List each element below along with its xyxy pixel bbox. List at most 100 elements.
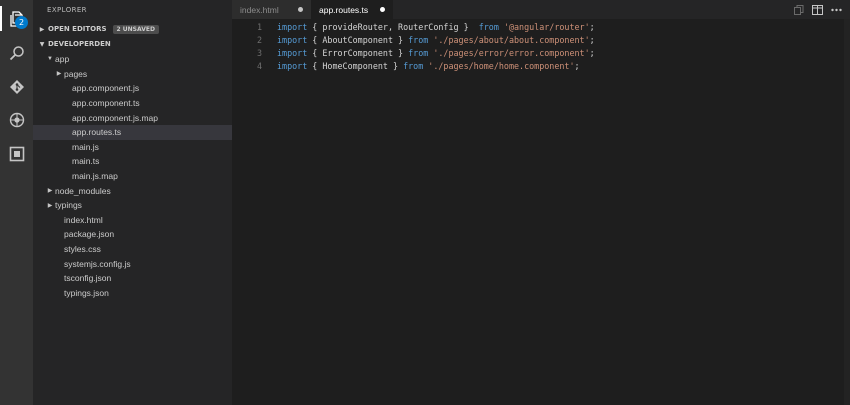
tree-item-app[interactable]: ▼ app bbox=[33, 52, 232, 67]
tree-item-label: package.json bbox=[64, 229, 115, 240]
code-text: import { HomeComponent } from './pages/h… bbox=[277, 61, 580, 71]
tree-item-label: index.html bbox=[64, 214, 103, 225]
tree-item-main-js[interactable]: main.js bbox=[33, 140, 232, 155]
tree-item-pages[interactable]: ▶ pages bbox=[33, 67, 232, 82]
chevron-right-icon[interactable]: ▶ bbox=[45, 202, 55, 209]
open-changes-icon[interactable] bbox=[793, 4, 804, 15]
code-token: from bbox=[478, 21, 499, 32]
tree-item-label: typings.json bbox=[64, 287, 109, 298]
unsaved-dot-icon[interactable] bbox=[298, 7, 303, 12]
scrollbar[interactable] bbox=[844, 19, 850, 405]
unsaved-badge: 2 UNSAVED bbox=[112, 24, 159, 34]
code-token: ; bbox=[589, 47, 595, 58]
open-editors-label: OPEN EDITORS bbox=[48, 25, 107, 33]
line-number: 1 bbox=[256, 21, 262, 32]
code-token: '@angular/router' bbox=[503, 21, 590, 32]
editor-actions bbox=[785, 4, 842, 15]
tree-item-app-component-js[interactable]: app.component.js bbox=[33, 81, 232, 96]
code-token: { HomeComponent } bbox=[307, 60, 404, 71]
chevron-right-icon: ▶ bbox=[39, 25, 45, 33]
tree-item-app-routes-ts[interactable]: app.routes.ts bbox=[33, 124, 232, 140]
code-editor[interactable]: 1 import { provideRouter, RouterConfig } … bbox=[232, 19, 850, 405]
tree-item-styles-css[interactable]: styles.css bbox=[33, 242, 232, 257]
tree-item-label: app bbox=[55, 54, 70, 65]
code-token: './pages/about/about.component' bbox=[433, 34, 590, 45]
tree-item-typings[interactable]: ▶ typings bbox=[33, 198, 232, 213]
tree-item-main-ts[interactable]: main.ts bbox=[33, 154, 232, 169]
code-token: import bbox=[277, 47, 308, 58]
code-text: import { ErrorComponent } from './pages/… bbox=[277, 48, 595, 58]
tree-item-index-html[interactable]: index.html bbox=[33, 213, 232, 228]
tree-item-label: main.js bbox=[72, 141, 99, 152]
code-token: ; bbox=[589, 34, 595, 45]
tree-item-main-js-map[interactable]: main.js.map bbox=[33, 169, 232, 184]
code-token: { AboutComponent } bbox=[307, 34, 409, 45]
project-label: DEVELOPERDEN bbox=[48, 40, 111, 48]
unsaved-dot-icon[interactable] bbox=[380, 7, 385, 12]
sidebar-title: EXPLORER bbox=[47, 6, 87, 14]
explorer-icon[interactable]: 2 bbox=[0, 2, 33, 35]
tree-item-label: typings bbox=[55, 200, 82, 211]
chevron-right-icon[interactable]: ▶ bbox=[54, 70, 64, 77]
code-token: { provideRouter, RouterConfig } bbox=[307, 21, 479, 32]
code-line[interactable]: 4 import { HomeComponent } from './pages/… bbox=[232, 59, 850, 72]
code-token: import bbox=[277, 21, 308, 32]
code-token: ; bbox=[574, 60, 580, 71]
tree-item-label: app.routes.ts bbox=[72, 127, 122, 138]
code-line[interactable]: 2 import { AboutComponent } from './pages… bbox=[232, 33, 850, 46]
tree-item-label: app.component.js bbox=[72, 83, 140, 94]
code-token: import bbox=[277, 34, 308, 45]
tree-item-label: main.ts bbox=[72, 156, 100, 167]
tree-item-label: styles.css bbox=[64, 244, 101, 255]
extensions-icon[interactable] bbox=[0, 137, 33, 170]
debug-icon[interactable] bbox=[0, 103, 33, 136]
chevron-down-icon[interactable]: ▼ bbox=[45, 56, 55, 62]
explorer-badge: 2 bbox=[15, 16, 28, 29]
project-header[interactable]: ▼ DEVELOPERDEN bbox=[33, 37, 232, 51]
open-editors-header[interactable]: ▶ OPEN EDITORS 2 UNSAVED bbox=[33, 22, 232, 36]
editor-tab-bar: index.html app.routes.ts bbox=[232, 0, 850, 19]
tab-label: index.html bbox=[240, 4, 279, 15]
source-control-icon[interactable] bbox=[0, 70, 33, 103]
tree-item-label: systemjs.config.js bbox=[64, 258, 131, 269]
tab-index-html[interactable]: index.html bbox=[232, 0, 311, 19]
code-line[interactable]: 1 import { provideRouter, RouterConfig } … bbox=[232, 20, 850, 33]
search-icon[interactable] bbox=[0, 36, 33, 69]
code-token: from bbox=[403, 60, 424, 71]
code-token: ; bbox=[589, 21, 595, 32]
line-number: 3 bbox=[256, 47, 262, 58]
tree-item-label: app.component.ts bbox=[72, 98, 140, 109]
tree-item-app-component-ts[interactable]: app.component.ts bbox=[33, 96, 232, 111]
code-token: './pages/home/home.component' bbox=[428, 60, 575, 71]
code-token: { ErrorComponent } bbox=[307, 47, 409, 58]
explorer-sidebar: EXPLORER ▶ OPEN EDITORS 2 UNSAVED ▼ DEVE… bbox=[33, 0, 232, 405]
tree-item-app-component-js-map[interactable]: app.component.js.map bbox=[33, 110, 232, 125]
split-editor-icon[interactable] bbox=[812, 4, 823, 15]
tree-item-systemjs-config-js[interactable]: systemjs.config.js bbox=[33, 256, 232, 271]
tree-item-label: main.js.map bbox=[72, 171, 118, 182]
code-text: import { provideRouter, RouterConfig } f… bbox=[277, 22, 595, 32]
tree-item-label: app.component.js.map bbox=[72, 112, 158, 123]
code-token: from bbox=[408, 34, 429, 45]
code-token: from bbox=[408, 47, 429, 58]
code-token: './pages/error/error.component' bbox=[433, 47, 590, 58]
more-actions-icon[interactable] bbox=[831, 4, 842, 15]
tree-item-node-modules[interactable]: ▶ node_modules bbox=[33, 183, 232, 198]
code-token: import bbox=[277, 60, 308, 71]
line-number: 4 bbox=[256, 60, 262, 71]
tree-item-tsconfig-json[interactable]: tsconfig.json bbox=[33, 271, 232, 286]
chevron-down-icon: ▼ bbox=[39, 40, 45, 48]
line-number: 2 bbox=[256, 34, 262, 45]
file-tree: ▼ app ▶ pages app.component.js app.component.… bbox=[33, 52, 232, 300]
tree-item-label: node_modules bbox=[55, 185, 111, 196]
tree-item-label: tsconfig.json bbox=[64, 273, 112, 284]
tree-item-label: pages bbox=[64, 68, 88, 79]
tree-item-package-json[interactable]: package.json bbox=[33, 227, 232, 242]
tab-app-routes-ts[interactable]: app.routes.ts bbox=[311, 0, 393, 19]
code-text: import { AboutComponent } from './pages/… bbox=[277, 35, 595, 45]
tab-label: app.routes.ts bbox=[319, 4, 369, 15]
code-line[interactable]: 3 import { ErrorComponent } from './pages… bbox=[232, 46, 850, 59]
tree-item-typings-json[interactable]: typings.json bbox=[33, 286, 232, 301]
activity-bar: 2 bbox=[0, 0, 33, 405]
chevron-right-icon[interactable]: ▶ bbox=[45, 187, 55, 194]
